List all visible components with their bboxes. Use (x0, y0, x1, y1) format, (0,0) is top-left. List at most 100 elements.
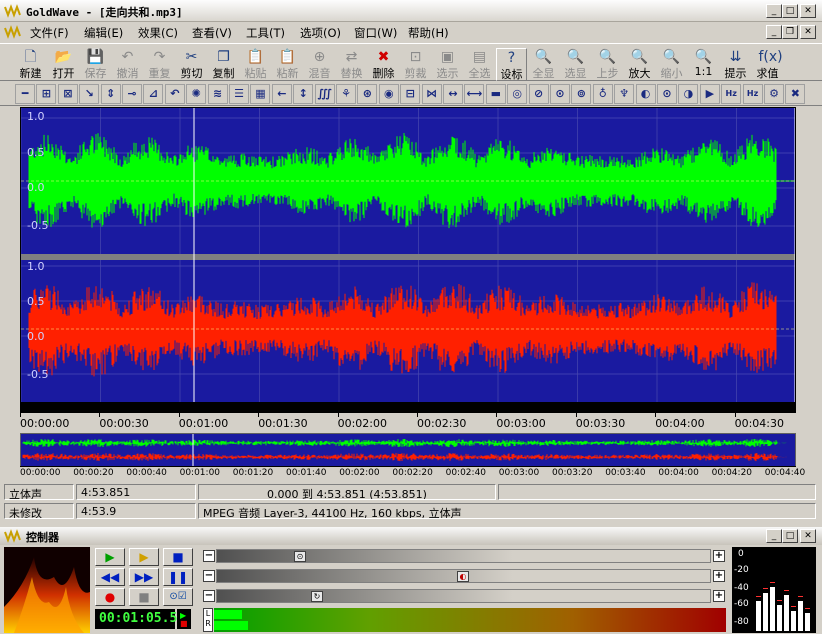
speed-slider-thumb[interactable]: ↻ (311, 591, 323, 602)
controller-close-button[interactable]: ✕ (800, 529, 816, 543)
speed-plus-button[interactable]: + (713, 590, 725, 602)
effect-tool-37-icon[interactable]: ✖ (785, 84, 806, 104)
effect-tool-11-icon[interactable]: ☰ (229, 84, 249, 104)
toolbar-cue-button[interactable]: ⇊ 提示 (720, 48, 751, 81)
rewind-button[interactable]: ◀◀ (95, 568, 125, 586)
menu-options[interactable]: 选项(O) (300, 25, 341, 41)
effect-tool-27-icon[interactable]: ⊚ (571, 84, 592, 104)
toolbar-redo-button[interactable]: ↷ 重复 (144, 48, 175, 81)
effect-tool-28-icon[interactable]: ♁ (592, 84, 613, 104)
effect-tool-31-icon[interactable]: ⊙ (657, 84, 677, 104)
effect-tool-13-icon[interactable]: ← (271, 84, 292, 104)
effect-tool-12-icon[interactable]: ▦ (250, 84, 271, 104)
balance-slider[interactable]: ◐ (216, 569, 711, 583)
toolbar-evaluate-button[interactable]: f(x) 求值 (752, 48, 783, 81)
effect-tool-26-icon[interactable]: ⊙ (550, 84, 570, 104)
minimize-button[interactable]: _ (766, 4, 782, 18)
balance-minus-button[interactable]: − (203, 570, 215, 582)
effect-tool-6-icon[interactable]: ⊸ (122, 84, 142, 104)
toolbar-select-view-button[interactable]: ▣ 选示 (432, 48, 463, 81)
toolbar-open-folder-button[interactable]: 📂 打开 (48, 48, 79, 81)
effect-tool-2-icon[interactable]: ⊞ (36, 84, 57, 104)
effect-tool-36-icon[interactable]: ⚙ (764, 84, 784, 104)
toolbar-paste-new-button[interactable]: 📋 粘新 (272, 48, 303, 81)
effect-tool-20-icon[interactable]: ⋈ (421, 84, 442, 104)
volume-plus-button[interactable]: + (713, 550, 725, 562)
toolbar-zoom-out-button[interactable]: 🔍 缩小 (656, 48, 687, 81)
volume-slider[interactable]: ⊙ (216, 549, 711, 563)
effect-tool-25-icon[interactable]: ⊘ (528, 84, 549, 104)
effect-tool-19-icon[interactable]: ⊟ (400, 84, 421, 104)
effect-tool-14-icon[interactable]: ↕ (293, 84, 314, 104)
close-button[interactable]: ✕ (800, 4, 816, 18)
effect-tool-5-icon[interactable]: ⇕ (100, 84, 121, 104)
effect-tool-23-icon[interactable]: ▬ (485, 84, 506, 104)
toolbar-save-button[interactable]: 💾 保存 (80, 48, 111, 81)
pause-button[interactable]: ❚❚ (163, 568, 193, 586)
volume-slider-thumb[interactable]: ⊙ (294, 551, 306, 562)
stop-record-button[interactable]: ■ (129, 588, 159, 606)
stop-button[interactable]: ■ (163, 548, 193, 566)
doc-minimize-button[interactable]: _ (766, 25, 782, 39)
toolbar-copy-button[interactable]: ❐ 复制 (208, 48, 239, 81)
menu-edit[interactable]: 编辑(E) (84, 25, 123, 41)
menu-tools[interactable]: 工具(T) (246, 25, 285, 41)
toolbar-undo-button[interactable]: ↶ 撤消 (112, 48, 143, 81)
speed-slider[interactable]: ↻ (216, 589, 711, 603)
volume-minus-button[interactable]: − (203, 550, 215, 562)
toolbar-show-selection-button[interactable]: 🔍 选显 (560, 48, 591, 81)
timeline-bar[interactable]: 00:00:00 00:00:30 00:01:00 00:01:30 00:02:00… (20, 403, 796, 431)
document-icon[interactable] (4, 25, 22, 39)
effect-tool-34-icon[interactable]: Hz (721, 84, 742, 104)
toolbar-trim-button[interactable]: ⊡ 剪裁 (400, 48, 431, 81)
effect-tool-16-icon[interactable]: ⚘ (336, 84, 356, 104)
waveform-svg[interactable] (21, 108, 796, 403)
effect-tool-29-icon[interactable]: ♆ (614, 84, 635, 104)
play-button[interactable]: ▶ (95, 548, 125, 566)
controller-minimize-button[interactable]: _ (766, 529, 782, 543)
effect-tool-32-icon[interactable]: ◑ (678, 84, 699, 104)
effect-tool-7-icon[interactable]: ⊿ (143, 84, 164, 104)
toolbar-previous-button[interactable]: 🔍 上步 (592, 48, 623, 81)
toolbar-set-marker-button[interactable]: ? 设标 (496, 48, 527, 81)
fast-forward-button[interactable]: ▶▶ (129, 568, 159, 586)
overview-svg[interactable] (21, 434, 795, 466)
doc-restore-button[interactable]: ❐ (782, 25, 798, 39)
effect-tool-24-icon[interactable]: ◎ (507, 84, 528, 104)
effect-tool-17-icon[interactable]: ⊛ (357, 84, 378, 104)
effect-tool-4-icon[interactable]: ↘ (79, 84, 100, 104)
maximize-button[interactable]: □ (782, 4, 798, 18)
effect-tool-9-icon[interactable]: ✺ (186, 84, 207, 104)
visualizer-display[interactable] (4, 547, 90, 633)
record-button[interactable]: ● (95, 588, 125, 606)
waveform-display[interactable]: 1.0 0.5 0.0 -0.5 1.0 0.5 0.0 -0.5 (20, 107, 796, 403)
effect-tool-1-icon[interactable]: ━ (15, 84, 35, 104)
effect-tool-35-icon[interactable]: Hz (742, 84, 763, 104)
effect-tool-8-icon[interactable]: ↶ (164, 84, 185, 104)
effect-tool-10-icon[interactable]: ≋ (207, 84, 228, 104)
balance-plus-button[interactable]: + (713, 570, 725, 582)
effect-tool-21-icon[interactable]: ↔ (443, 84, 463, 104)
toolbar-select-all-button[interactable]: ▤ 全选 (464, 48, 495, 81)
effect-tool-18-icon[interactable]: ◉ (378, 84, 399, 104)
toolbar-delete-button[interactable]: ✖ 删除 (368, 48, 399, 81)
menu-effects[interactable]: 效果(C) (138, 25, 178, 41)
menu-view[interactable]: 查看(V) (192, 25, 232, 41)
toolbar-replace-button[interactable]: ⇄ 替换 (336, 48, 367, 81)
toolbar-new-file-button[interactable]: 🗋 新建 (15, 48, 46, 81)
effect-tool-30-icon[interactable]: ◐ (635, 84, 656, 104)
overview-display[interactable] (20, 433, 796, 467)
doc-close-button[interactable]: ✕ (800, 25, 816, 39)
effect-tool-3-icon[interactable]: ⊠ (57, 84, 78, 104)
play-selection-button[interactable]: ▶ (129, 548, 159, 566)
controller-maximize-button[interactable]: □ (782, 529, 798, 543)
menu-help[interactable]: 帮助(H) (408, 25, 449, 41)
toolbar-cut-button[interactable]: ✂ 剪切 (176, 48, 207, 81)
effect-tool-22-icon[interactable]: ⟷ (464, 84, 485, 104)
toolbar-zoom-1-1-button[interactable]: 🔍 1:1 (688, 48, 719, 81)
toolbar-paste-button[interactable]: 📋 粘贴 (240, 48, 271, 81)
effect-tool-33-icon[interactable]: ▶ (699, 84, 720, 104)
speed-minus-button[interactable]: − (203, 590, 215, 602)
properties-button[interactable]: ⊙☑ (163, 588, 193, 606)
effect-tool-15-icon[interactable]: ∭ (314, 84, 335, 104)
